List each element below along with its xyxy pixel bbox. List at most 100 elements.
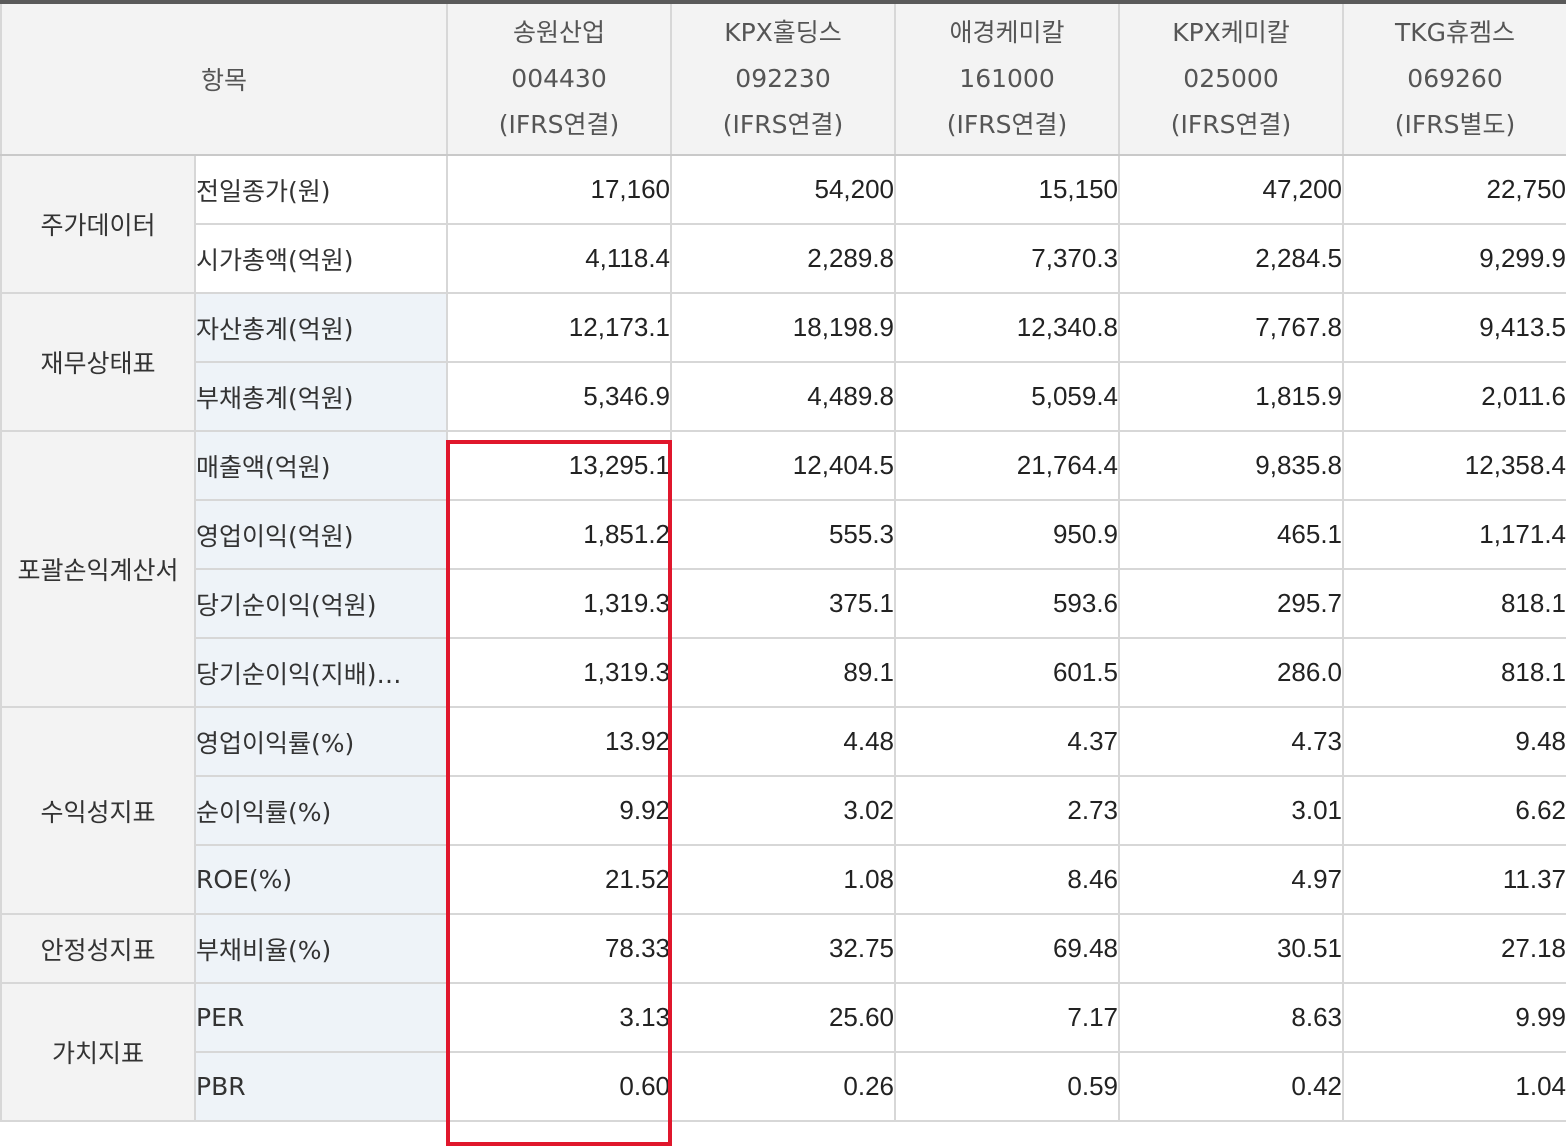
value-cell: 12,358.4	[1342, 430, 1566, 501]
table-row: ROE(%) 21.52 1.08 8.46 4.97 11.37	[1, 844, 1566, 915]
value-cell: 4,489.8	[670, 361, 897, 432]
group-label: 주가데이터	[0, 154, 196, 294]
value-cell: 555.3	[670, 499, 897, 570]
value-cell: 3.02	[670, 775, 897, 846]
group-label: 수익성지표	[0, 706, 196, 915]
table-row: 영업이익(억원) 1,851.2 555.3 950.9 465.1 1,171.4	[1, 499, 1566, 570]
item-header: 항목	[0, 0, 449, 156]
value-cell: 7,370.3	[894, 223, 1121, 294]
value-cell: 1,171.4	[1342, 499, 1566, 570]
company-name: 애경케미칼	[949, 18, 1065, 47]
value-cell: 5,346.9	[446, 361, 673, 432]
company-code: 025000	[1183, 64, 1279, 93]
value-cell: 30.51	[1118, 913, 1345, 984]
value-cell: 13.92	[446, 706, 673, 777]
value-cell: 9.99	[1342, 982, 1566, 1053]
value-cell: 0.26	[670, 1051, 897, 1122]
value-cell: 15,150	[894, 154, 1121, 225]
value-cell: 2,284.5	[1118, 223, 1345, 294]
value-cell: 2,289.8	[670, 223, 897, 294]
value-cell: 1.08	[670, 844, 897, 915]
item-label: 부채비율(%)	[193, 913, 449, 984]
company-basis: (IFRS연결)	[946, 110, 1068, 139]
table-body: 주가데이터 전일종가(원) 17,160 54,200 15,150 47,200 22,7…	[0, 154, 1566, 1122]
value-cell: 4.73	[1118, 706, 1345, 777]
item-label: 당기순이익(지배)…	[193, 637, 449, 708]
value-cell: 375.1	[670, 568, 897, 639]
company-code: 069260	[1407, 64, 1503, 93]
group-label: 포괄손익계산서	[0, 430, 196, 708]
value-cell: 0.42	[1118, 1051, 1345, 1122]
table-row: 안정성지표 부채비율(%) 78.33 32.75 69.48 30.51 27.18	[0, 913, 1566, 984]
company-basis: (IFRS연결)	[1170, 110, 1292, 139]
table-row: 당기순이익(지배)… 1,319.3 89.1 601.5 286.0 818.1	[1, 637, 1566, 708]
value-cell: 6.62	[1342, 775, 1566, 846]
table-row: 순이익률(%) 9.92 3.02 2.73 3.01 6.62	[1, 775, 1566, 846]
value-cell: 7,767.8	[1118, 292, 1345, 363]
item-label: 영업이익률(%)	[193, 706, 449, 777]
item-label: PBR	[193, 1051, 449, 1122]
company-basis: (IFRS별도)	[1394, 110, 1516, 139]
item-label: PER	[193, 982, 449, 1053]
value-cell: 21.52	[446, 844, 673, 915]
value-cell: 1,851.2	[446, 499, 673, 570]
table-row: 시가총액(억원) 4,118.4 2,289.8 7,370.3 2,284.5 9,29…	[1, 223, 1566, 294]
value-cell: 1.04	[1342, 1051, 1566, 1122]
value-cell: 7.17	[894, 982, 1121, 1053]
table-row: 재무상태표 자산총계(억원) 12,173.1 18,198.9 12,340.8 7,7…	[0, 292, 1566, 432]
company-header: 송원산업 004430 (IFRS연결)	[446, 0, 673, 156]
group-label: 재무상태표	[0, 292, 196, 432]
value-cell: 601.5	[894, 637, 1121, 708]
company-header: KPX케미칼 025000 (IFRS연결)	[1118, 0, 1345, 156]
value-cell: 9,835.8	[1118, 430, 1345, 501]
table-row: PBR 0.60 0.26 0.59 0.42 1.04	[1, 1051, 1566, 1122]
value-cell: 8.63	[1118, 982, 1345, 1053]
value-cell: 27.18	[1342, 913, 1566, 984]
company-basis: (IFRS연결)	[722, 110, 844, 139]
value-cell: 78.33	[446, 913, 673, 984]
value-cell: 12,340.8	[894, 292, 1121, 363]
value-cell: 12,404.5	[670, 430, 897, 501]
value-cell: 818.1	[1342, 637, 1566, 708]
value-cell: 465.1	[1118, 499, 1345, 570]
value-cell: 13,295.1	[446, 430, 673, 501]
value-cell: 4.37	[894, 706, 1121, 777]
value-cell: 2.73	[894, 775, 1121, 846]
group-label: 안정성지표	[0, 913, 196, 984]
value-cell: 2,011.6	[1342, 361, 1566, 432]
value-cell: 22,750	[1342, 154, 1566, 225]
value-cell: 4,118.4	[446, 223, 673, 294]
value-cell: 21,764.4	[894, 430, 1121, 501]
value-cell: 1,319.3	[446, 637, 673, 708]
value-cell: 9,413.5	[1342, 292, 1566, 363]
item-label: 부채총계(억원)	[193, 361, 449, 432]
table-row: 부채총계(억원) 5,346.9 4,489.8 5,059.4 1,815.9 2,01…	[1, 361, 1566, 432]
company-header: 애경케미칼 161000 (IFRS연결)	[894, 0, 1121, 156]
value-cell: 818.1	[1342, 568, 1566, 639]
value-cell: 17,160	[446, 154, 673, 225]
item-label: 당기순이익(억원)	[193, 568, 449, 639]
value-cell: 9.48	[1342, 706, 1566, 777]
company-code: 092230	[735, 64, 831, 93]
group-label: 가치지표	[0, 982, 196, 1122]
item-label: 전일종가(원)	[193, 154, 449, 225]
company-name: 송원산업	[513, 18, 606, 47]
value-cell: 0.60	[446, 1051, 673, 1122]
value-cell: 5,059.4	[894, 361, 1121, 432]
header-row: 항목 송원산업 004430 (IFRS연결) KPX홀딩스 092230 (I…	[0, 0, 1566, 156]
value-cell: 32.75	[670, 913, 897, 984]
comparison-table-container: 항목 송원산업 004430 (IFRS연결) KPX홀딩스 092230 (I…	[0, 0, 1566, 1148]
value-cell: 9.92	[446, 775, 673, 846]
value-cell: 89.1	[670, 637, 897, 708]
item-label: 매출액(억원)	[193, 430, 449, 501]
company-header: KPX홀딩스 092230 (IFRS연결)	[670, 0, 897, 156]
value-cell: 286.0	[1118, 637, 1345, 708]
value-cell: 54,200	[670, 154, 897, 225]
value-cell: 8.46	[894, 844, 1121, 915]
company-basis: (IFRS연결)	[498, 110, 620, 139]
value-cell: 11.37	[1342, 844, 1566, 915]
value-cell: 25.60	[670, 982, 897, 1053]
company-header: TKG휴켐스 069260 (IFRS별도)	[1342, 0, 1566, 156]
value-cell: 950.9	[894, 499, 1121, 570]
company-name: TKG휴켐스	[1394, 18, 1516, 47]
